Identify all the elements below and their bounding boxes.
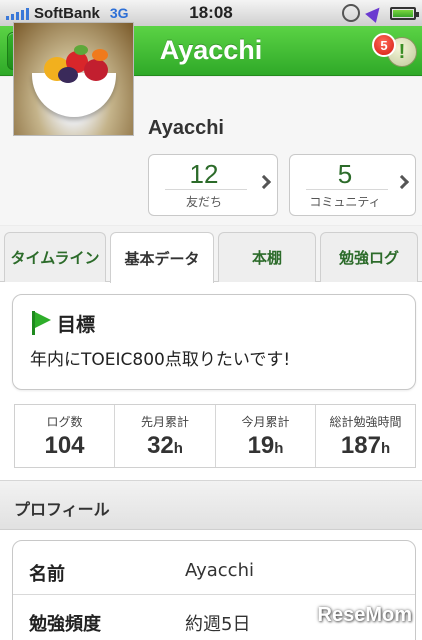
- friends-count: 12: [189, 159, 219, 189]
- chevron-right-icon: [256, 174, 272, 190]
- goal-title: 目標: [57, 314, 96, 336]
- profile-section-header: プロフィール: [0, 480, 422, 530]
- tab-basic-data[interactable]: 基本データ: [110, 232, 214, 283]
- last-month-cell: 先月累計 32h: [115, 405, 216, 467]
- stat-value: 104: [44, 432, 85, 459]
- stat-value: 187h: [340, 432, 391, 459]
- community-label: コミュニティ: [309, 195, 381, 209]
- info-key: 名前: [29, 564, 65, 585]
- stat-label: 今月累計: [241, 415, 290, 429]
- tab-study-log[interactable]: 勉強ログ: [320, 232, 418, 282]
- this-month-cell: 今月累計 19h: [216, 405, 316, 467]
- goal-text: 年内にTOEIC800点取りたいです!: [30, 350, 291, 370]
- section-title: プロフィール: [14, 500, 110, 519]
- community-count: 5: [337, 159, 353, 189]
- rotation-lock-icon: [342, 4, 360, 22]
- profile-name: Ayacchi: [148, 117, 224, 139]
- avatar: [13, 22, 134, 136]
- tab-timeline[interactable]: タイムライン: [4, 232, 106, 282]
- friends-label: 友だち: [185, 195, 222, 209]
- battery-icon: [390, 6, 419, 20]
- tab-bar: タイムライン 基本データ 本棚 勉強ログ: [0, 226, 422, 283]
- stat-value: 19h: [247, 432, 284, 459]
- stat-value: 32h: [147, 432, 183, 459]
- info-value: 約週5日: [185, 614, 251, 635]
- tab-bookshelf[interactable]: 本棚: [218, 232, 316, 282]
- location-icon: [365, 3, 385, 23]
- log-count-cell: ログ数 104: [15, 405, 115, 467]
- stat-label: 総計勉強時間: [329, 415, 402, 429]
- community-stat-button[interactable]: 5 コミュニティ: [289, 154, 416, 216]
- friends-stat-button[interactable]: 12 友だち: [148, 154, 278, 216]
- info-value: Ayacchi: [185, 560, 254, 581]
- exclamation-icon: !: [398, 40, 406, 63]
- watermark-logo: ReseMom: [317, 604, 412, 626]
- goal-card: 目標 年内にTOEIC800点取りたいです!: [12, 294, 416, 390]
- info-key: 勉強頻度: [29, 614, 101, 635]
- total-hours-cell: 総計勉強時間 187h: [316, 405, 415, 467]
- info-row: 名前 Ayacchi: [13, 545, 415, 595]
- flag-icon: [30, 311, 52, 335]
- stat-label: ログ数: [46, 415, 83, 429]
- study-stats: ログ数 104 先月累計 32h 今月累計 19h 総計勉強時間 187h: [14, 404, 416, 468]
- notification-badge: 5: [372, 33, 396, 57]
- stat-label: 先月累計: [140, 415, 189, 429]
